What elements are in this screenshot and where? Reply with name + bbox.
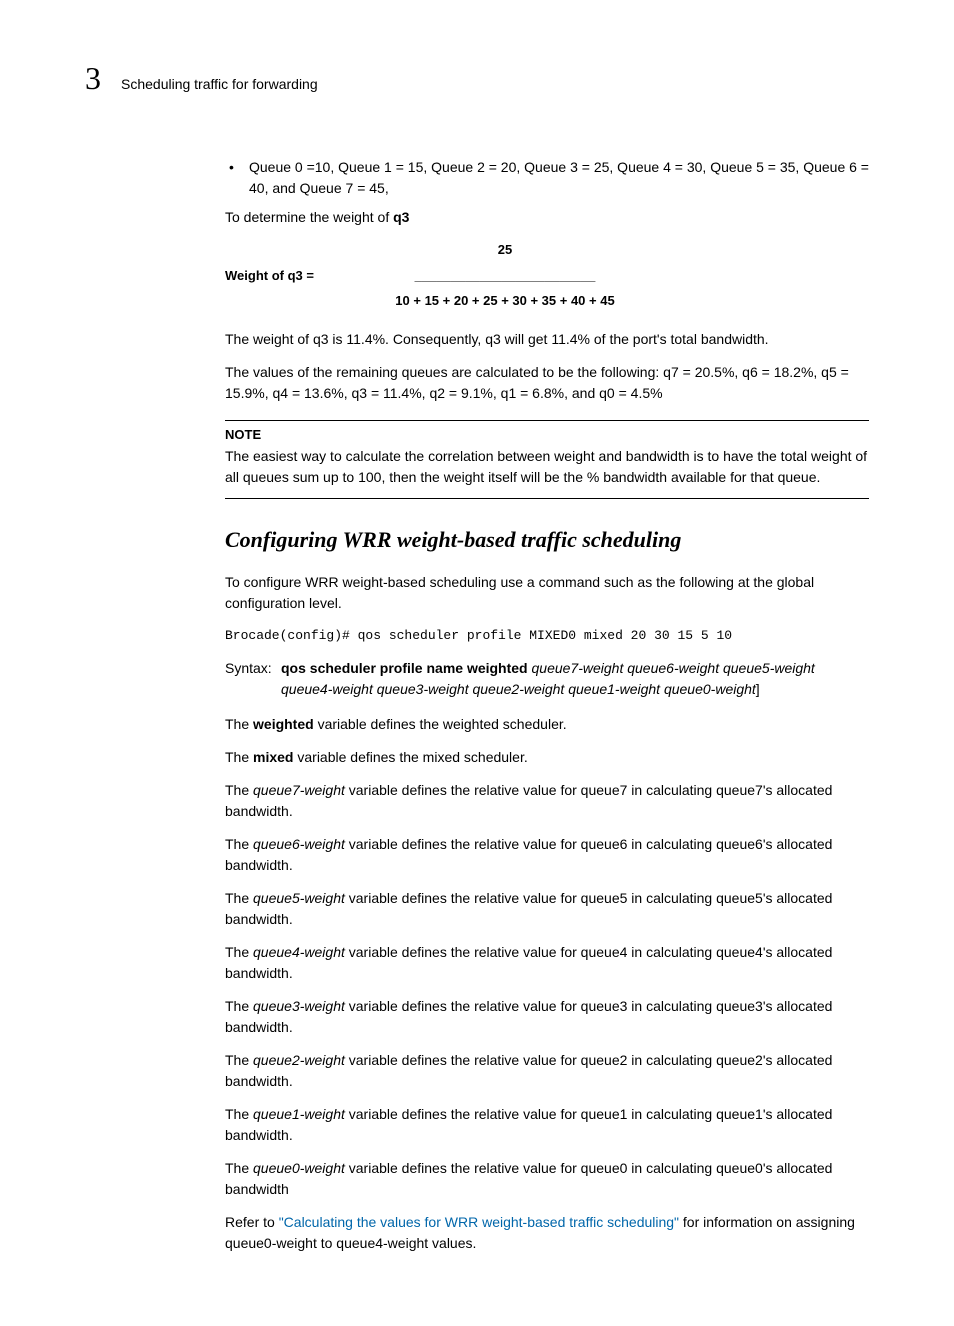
text: The [225, 782, 253, 798]
text: The [225, 836, 253, 852]
paragraph: The queue0-weight variable defines the r… [225, 1158, 869, 1200]
text: The [225, 716, 253, 732]
syntax-label: Syntax: [225, 658, 281, 700]
syntax-block: Syntax: qos scheduler profile name weigh… [225, 658, 869, 700]
text-italic: queue1-weight [253, 1106, 345, 1122]
bullet-text: Queue 0 =10, Queue 1 = 15, Queue 2 = 20,… [249, 157, 869, 199]
formula-lhs: Weight of q3 = [225, 266, 375, 286]
formula-rhs: 25 _________________________ 10 + 15 + 2… [375, 240, 635, 311]
note-label: NOTE [225, 425, 869, 445]
paragraph: The weighted variable defines the weight… [225, 714, 869, 735]
cross-reference-link[interactable]: "Calculating the values for WRR weight-b… [279, 1214, 679, 1230]
denominator: 10 + 15 + 20 + 25 + 30 + 35 + 40 + 45 [375, 291, 635, 311]
syntax-tail: ] [756, 681, 760, 697]
bullet-icon: • [225, 157, 249, 199]
paragraph: The queue1-weight variable defines the r… [225, 1104, 869, 1146]
text: variable defines the mixed scheduler. [293, 749, 527, 765]
body-content: • Queue 0 =10, Queue 1 = 15, Queue 2 = 2… [85, 157, 869, 1254]
paragraph: To configure WRR weight-based scheduling… [225, 572, 869, 614]
text: The [225, 890, 253, 906]
syntax-body: qos scheduler profile name weighted queu… [281, 658, 869, 700]
chapter-number: 3 [85, 60, 101, 97]
text: To determine the weight of [225, 209, 393, 225]
paragraph: The weight of q3 is 11.4%. Consequently,… [225, 329, 869, 350]
page-header: 3 Scheduling traffic for forwarding [85, 60, 869, 97]
text-bold: q3 [393, 209, 409, 225]
text-italic: queue6-weight [253, 836, 345, 852]
paragraph: Refer to "Calculating the values for WRR… [225, 1212, 869, 1254]
text-italic: queue5-weight [253, 890, 345, 906]
note-box: NOTE The easiest way to calculate the co… [225, 420, 869, 500]
subsection-heading: Configuring WRR weight-based traffic sch… [225, 523, 869, 556]
text-bold: weighted [253, 716, 314, 732]
paragraph: To determine the weight of q3 [225, 207, 869, 228]
text: The [225, 944, 253, 960]
paragraph: The queue7-weight variable defines the r… [225, 780, 869, 822]
paragraph: The queue6-weight variable defines the r… [225, 834, 869, 876]
paragraph: The values of the remaining queues are c… [225, 362, 869, 404]
text-italic: queue3-weight [253, 998, 345, 1014]
note-body: The easiest way to calculate the correla… [225, 446, 869, 499]
text-italic: queue4-weight [253, 944, 345, 960]
section-title: Scheduling traffic for forwarding [121, 76, 318, 92]
text: The [225, 1052, 253, 1068]
bullet-item: • Queue 0 =10, Queue 1 = 15, Queue 2 = 2… [225, 157, 869, 199]
text: The [225, 1106, 253, 1122]
text: Refer to [225, 1214, 279, 1230]
paragraph: The queue4-weight variable defines the r… [225, 942, 869, 984]
paragraph: The mixed variable defines the mixed sch… [225, 747, 869, 768]
text-italic: queue2-weight [253, 1052, 345, 1068]
text-italic: queue7-weight [253, 782, 345, 798]
paragraph: The queue5-weight variable defines the r… [225, 888, 869, 930]
syntax-command: qos scheduler profile name weighted [281, 660, 532, 676]
formula: Weight of q3 = 25 ______________________… [225, 240, 869, 311]
text-bold: mixed [253, 749, 293, 765]
text: The [225, 749, 253, 765]
text: variable defines the weighted scheduler. [314, 716, 567, 732]
text: The [225, 998, 253, 1014]
fraction-line: _________________________ [375, 266, 635, 286]
paragraph: The queue3-weight variable defines the r… [225, 996, 869, 1038]
text: The [225, 1160, 253, 1176]
text-italic: queue0-weight [253, 1160, 345, 1176]
paragraph: The queue2-weight variable defines the r… [225, 1050, 869, 1092]
numerator: 25 [375, 240, 635, 260]
code-block: Brocade(config)# qos scheduler profile M… [225, 626, 869, 646]
